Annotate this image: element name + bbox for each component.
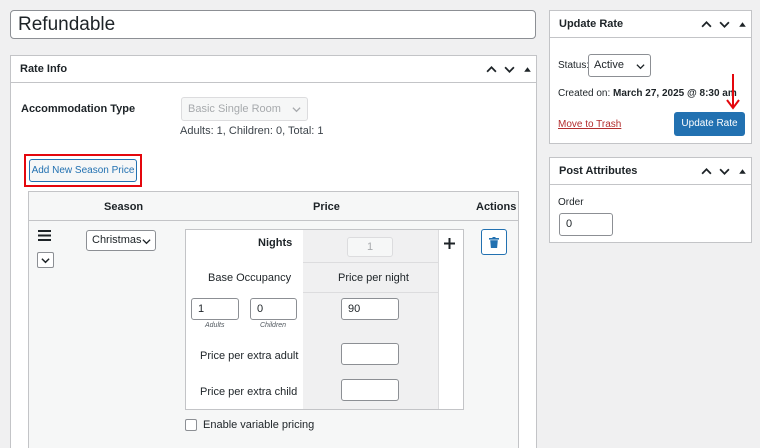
children-input[interactable]: 0 — [250, 298, 297, 320]
chevron-down-icon — [142, 239, 151, 245]
arrow-down-icon — [726, 74, 740, 110]
chevron-down-icon — [292, 107, 301, 113]
variable-pricing-checkbox[interactable] — [185, 419, 197, 431]
variable-pricing-label: Enable variable pricing — [203, 419, 315, 431]
order-input[interactable]: 0 — [559, 213, 613, 236]
adults-input[interactable]: 1 — [191, 298, 239, 320]
adults-caption: Adults — [205, 322, 225, 329]
status-value: Active — [594, 59, 624, 71]
price-grid-divider — [303, 292, 438, 293]
update-rate-button[interactable]: Update Rate — [674, 112, 745, 136]
price-per-night-input[interactable]: 90 — [341, 298, 399, 320]
chevron-up-icon[interactable] — [697, 11, 715, 37]
caret-up-icon[interactable] — [518, 56, 536, 82]
rate-info-box: Rate Info Accommodation Type Basic Singl… — [10, 55, 537, 448]
chevron-down-icon — [636, 64, 645, 70]
status-select[interactable]: Active — [588, 54, 651, 77]
post-title-input[interactable] — [10, 10, 536, 39]
base-occupancy-label: Base Occupancy — [208, 272, 292, 284]
caret-up-icon[interactable] — [733, 158, 751, 184]
created-label: Created on: — [558, 88, 611, 99]
chevron-up-icon[interactable] — [482, 56, 500, 82]
rate-info-title: Rate Info — [20, 63, 68, 75]
column-header-price: Price — [313, 201, 340, 213]
accommodation-type-label: Accommodation Type — [21, 103, 136, 115]
order-label: Order — [558, 197, 584, 208]
created-date: March 27, 2025 @ 8:30 am — [613, 88, 737, 99]
update-rate-box: Update Rate Status: Active Created on: M… — [549, 10, 752, 144]
occupancy-text: Adults: 1, Children: 0, Total: 1 — [180, 125, 324, 137]
nights-label: Nights — [258, 237, 293, 249]
extra-adult-input[interactable] — [341, 343, 399, 365]
update-rate-header: Update Rate — [550, 11, 751, 38]
move-to-trash-link[interactable]: Move to Trash — [558, 119, 621, 130]
extra-child-label: Price per extra child — [200, 386, 298, 398]
trash-icon — [489, 236, 499, 248]
children-caption: Children — [260, 322, 287, 329]
add-season-price-button[interactable]: Add New Season Price — [29, 159, 137, 182]
post-attributes-title: Post Attributes — [559, 165, 638, 177]
post-attributes-box: Post Attributes Order 0 — [549, 157, 752, 243]
chevron-up-icon[interactable] — [697, 158, 715, 184]
chevron-down-icon[interactable] — [715, 11, 733, 37]
status-label: Status: — [558, 60, 590, 71]
caret-up-icon[interactable] — [733, 11, 751, 37]
drag-handle-icon[interactable] — [38, 230, 51, 241]
price-per-night-label: Price per night — [338, 272, 409, 284]
season-value: Christmas — [92, 234, 142, 246]
delete-season-button[interactable] — [481, 229, 507, 255]
accommodation-type-select: Basic Single Room — [181, 97, 308, 121]
price-grid-separator — [438, 230, 439, 409]
created-on-text: Created on: March 27, 2025 @ 8:30 am — [558, 88, 737, 99]
season-select[interactable]: Christmas — [86, 230, 156, 251]
rate-info-header: Rate Info — [11, 56, 536, 83]
header-divider — [29, 220, 518, 221]
season-prices-table: Season Price Actions Christmas Nights 1 … — [28, 191, 519, 448]
chevron-down-icon[interactable] — [715, 158, 733, 184]
chevron-down-icon — [41, 257, 50, 263]
column-header-season: Season — [104, 201, 144, 213]
nights-input: 1 — [347, 237, 393, 257]
price-grid-divider — [303, 262, 438, 263]
post-attributes-header: Post Attributes — [550, 158, 751, 185]
update-rate-title: Update Rate — [559, 18, 624, 30]
plus-icon[interactable] — [444, 238, 455, 249]
price-grid: Nights 1 Base Occupancy Price per night … — [185, 229, 464, 410]
extra-adult-label: Price per extra adult — [200, 350, 299, 362]
extra-child-input[interactable] — [341, 379, 399, 401]
row-toggle-button[interactable] — [37, 252, 54, 268]
chevron-down-icon[interactable] — [500, 56, 518, 82]
accommodation-type-value: Basic Single Room — [188, 103, 281, 115]
column-header-actions: Actions — [476, 201, 517, 213]
variable-pricing-row[interactable]: Enable variable pricing — [185, 419, 314, 431]
